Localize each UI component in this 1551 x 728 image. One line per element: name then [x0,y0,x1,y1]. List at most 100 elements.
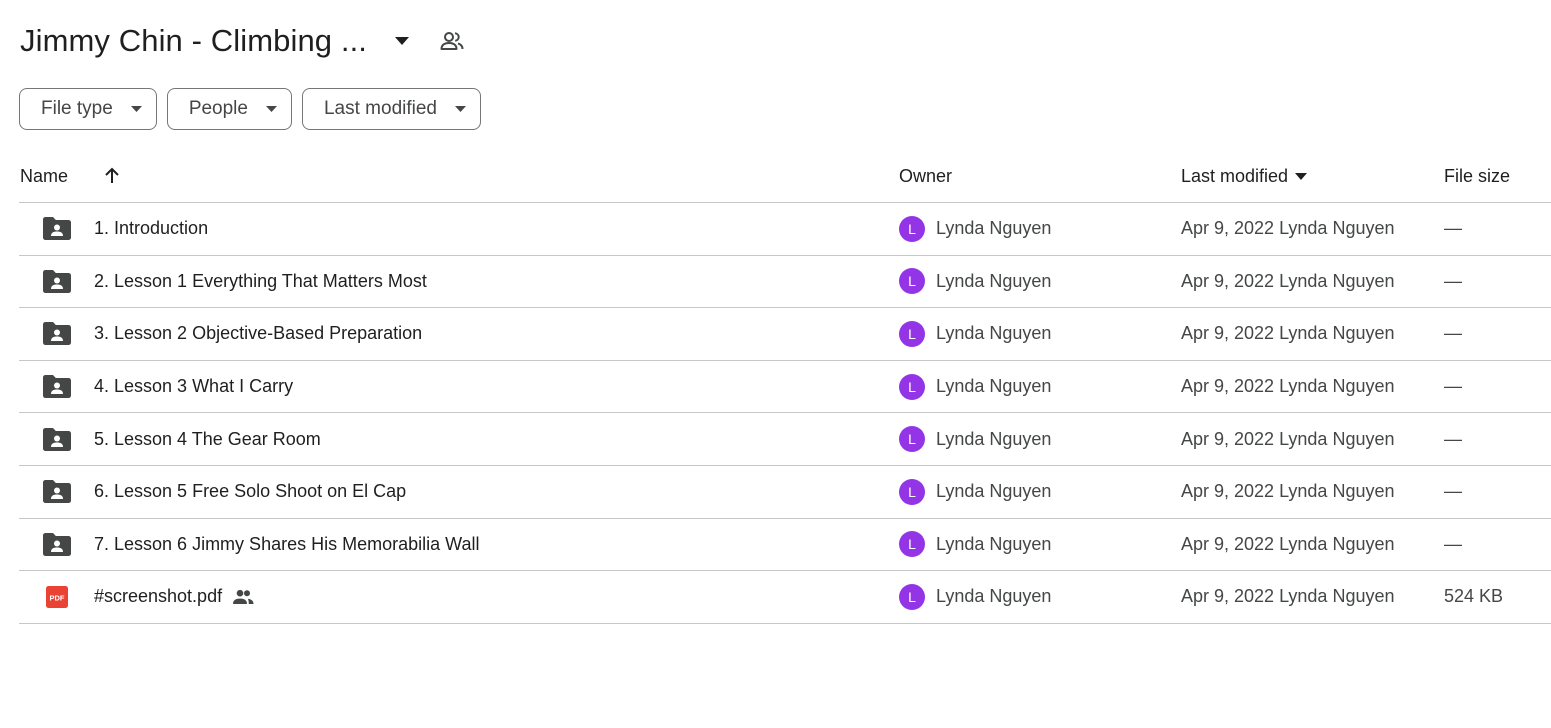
file-size: — [1444,428,1462,449]
shared-folder-icon [43,308,71,360]
file-size: — [1444,376,1462,397]
file-name: 7. Lesson 6 Jimmy Shares His Memorabilia… [94,519,479,571]
file-size: — [1444,323,1462,344]
file-name: 6. Lesson 5 Free Solo Shoot on El Cap [94,466,406,518]
table-row[interactable]: PDF #screenshot.pdf L Lynda Nguyen Apr 9… [19,571,1551,624]
table-row[interactable]: 4. Lesson 3 What I Carry L Lynda Nguyen … [19,361,1551,414]
caret-down-icon [1295,173,1308,180]
sort-ascending-icon[interactable] [99,163,125,189]
shared-folder-icon [43,256,71,308]
avatar[interactable]: L [899,531,925,558]
owner: L Lynda Nguyen [899,466,1051,518]
people-outline-icon [440,32,464,50]
shared-folder-icon [43,203,71,255]
file-name: #screenshot.pdf [94,571,254,623]
file-name-text: #screenshot.pdf [94,586,223,607]
table-body: 1. Introduction L Lynda Nguyen Apr 9, 20… [19,203,1551,624]
owner: L Lynda Nguyen [899,361,1051,413]
table-header: Name Owner Last modified File size [19,150,1551,203]
shared-folder-button[interactable] [435,24,469,58]
people-filter[interactable]: People [166,88,292,130]
owner: L Lynda Nguyen [899,413,1051,465]
shared-folder-icon [43,466,71,518]
avatar[interactable]: L [899,373,925,400]
owner-name: Lynda Nguyen [936,270,1052,291]
last-modified: Apr 9, 2022 Lynda Nguyen [1181,428,1395,449]
avatar[interactable]: L [899,478,925,505]
owner-name: Lynda Nguyen [936,533,1052,554]
file-size: — [1444,270,1462,291]
shared-folder-icon [43,519,71,571]
owner: L Lynda Nguyen [899,571,1051,623]
folder-menu-button[interactable] [385,24,419,58]
file-name-text: 1. Introduction [94,218,209,239]
filter-bar: File type People Last modified [19,88,481,130]
file-size: — [1444,481,1462,502]
svg-text:PDF: PDF [50,593,65,602]
caret-down-icon [265,106,277,112]
last-modified: Apr 9, 2022 Lynda Nguyen [1181,586,1395,607]
folder-title[interactable]: Jimmy Chin - Climbing ... [20,23,367,59]
owner: L Lynda Nguyen [899,203,1051,255]
avatar[interactable]: L [899,583,925,610]
file-size: — [1444,533,1462,554]
file-name: 3. Lesson 2 Objective-Based Preparation [94,308,422,360]
file-type-filter[interactable]: File type [19,88,157,130]
file-size: — [1444,218,1462,239]
filter-label: File type [41,98,113,119]
filter-label: People [188,98,248,119]
column-header-file-size: File size [1444,166,1511,186]
file-name-text: 5. Lesson 4 The Gear Room [94,428,321,449]
file-name-text: 2. Lesson 1 Everything That Matters Most [94,270,427,291]
avatar[interactable]: L [899,426,925,453]
file-name: 5. Lesson 4 The Gear Room [94,413,321,465]
table-row[interactable]: 2. Lesson 1 Everything That Matters Most… [19,256,1551,309]
file-size: 524 KB [1444,586,1504,607]
caret-down-icon [395,37,409,45]
file-list: Name Owner Last modified File size 1. In… [19,150,1551,624]
owner-name: Lynda Nguyen [936,376,1052,397]
last-modified: Apr 9, 2022 Lynda Nguyen [1181,533,1395,554]
column-header-owner: Owner [899,166,953,186]
column-header-label: Last modified [1181,166,1289,186]
filter-label: Last modified [323,98,437,119]
table-row[interactable]: 6. Lesson 5 Free Solo Shoot on El Cap L … [19,466,1551,519]
shared-folder-icon [43,413,71,465]
owner-name: Lynda Nguyen [936,323,1052,344]
last-modified: Apr 9, 2022 Lynda Nguyen [1181,376,1395,397]
people-icon [232,589,254,605]
file-name: 4. Lesson 3 What I Carry [94,361,293,413]
caret-down-icon [455,106,466,112]
table-row[interactable]: 3. Lesson 2 Objective-Based Preparation … [19,308,1551,361]
file-name-text: 4. Lesson 3 What I Carry [94,376,294,397]
table-row[interactable]: 5. Lesson 4 The Gear Room L Lynda Nguyen… [19,413,1551,466]
last-modified: Apr 9, 2022 Lynda Nguyen [1181,323,1395,344]
owner: L Lynda Nguyen [899,308,1051,360]
avatar[interactable]: L [899,268,925,295]
owner-name: Lynda Nguyen [936,586,1052,607]
avatar[interactable]: L [899,320,925,347]
folder-header: Jimmy Chin - Climbing ... [20,18,469,64]
file-name-text: 6. Lesson 5 Free Solo Shoot on El Cap [94,481,407,502]
column-header-last-modified[interactable]: Last modified [1181,150,1308,203]
last-modified: Apr 9, 2022 Lynda Nguyen [1181,270,1395,291]
owner: L Lynda Nguyen [899,256,1051,308]
avatar[interactable]: L [899,215,925,242]
last-modified-filter[interactable]: Last modified [301,88,481,130]
caret-down-icon [130,106,142,112]
shared-folder-icon [43,361,71,413]
last-modified: Apr 9, 2022 Lynda Nguyen [1181,481,1395,502]
pdf-file-icon: PDF [43,571,71,623]
owner: L Lynda Nguyen [899,519,1051,571]
file-name: 2. Lesson 1 Everything That Matters Most [94,256,427,308]
owner-name: Lynda Nguyen [936,218,1052,239]
column-header-name[interactable]: Name [20,150,68,203]
last-modified: Apr 9, 2022 Lynda Nguyen [1181,218,1395,239]
owner-name: Lynda Nguyen [936,481,1052,502]
table-row[interactable]: 1. Introduction L Lynda Nguyen Apr 9, 20… [19,203,1551,256]
drive-folder-view: Jimmy Chin - Climbing ... File type Peop… [0,0,1551,728]
owner-name: Lynda Nguyen [936,428,1052,449]
file-name-text: 7. Lesson 6 Jimmy Shares His Memorabilia… [94,533,480,554]
file-name: 1. Introduction [94,203,208,255]
table-row[interactable]: 7. Lesson 6 Jimmy Shares His Memorabilia… [19,519,1551,572]
